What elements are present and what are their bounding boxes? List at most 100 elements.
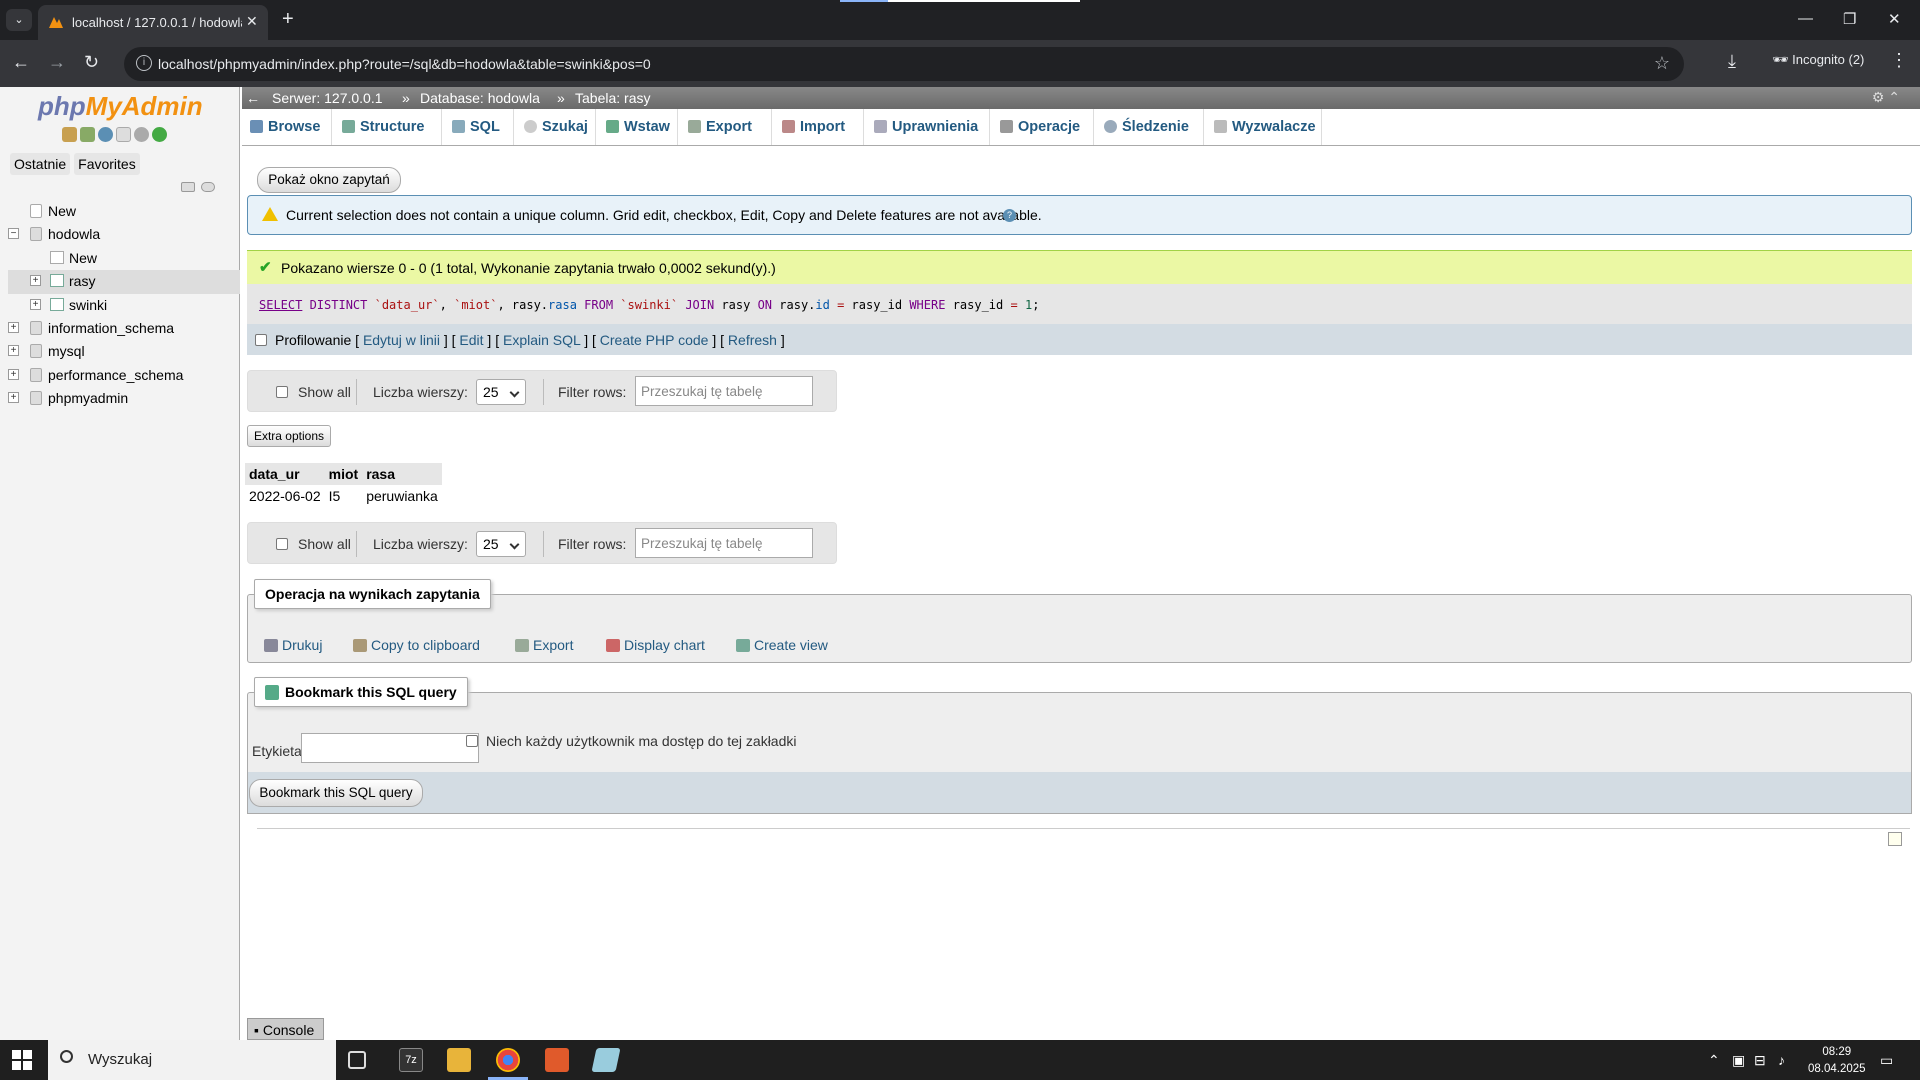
- tab-structure[interactable]: Structure: [334, 109, 442, 145]
- sql-query-display[interactable]: SELECT DISTINCT `data_ur`, `miot`, rasy.…: [247, 284, 1912, 324]
- bookmark-label-input[interactable]: [301, 733, 479, 763]
- new-tab-button[interactable]: +: [282, 8, 294, 30]
- minimize-icon[interactable]: —: [1798, 10, 1813, 27]
- close-window-icon[interactable]: ✕: [1888, 10, 1901, 28]
- incognito-indicator[interactable]: 🕶 Incognito (2): [1762, 46, 1874, 74]
- column-header-rasa[interactable]: rasa: [362, 463, 442, 485]
- extra-options-button[interactable]: Extra options: [247, 425, 331, 447]
- tray-overflow-icon[interactable]: ⌃: [1708, 1052, 1720, 1069]
- breadcrumb-server[interactable]: Serwer: 127.0.0.1: [272, 90, 383, 106]
- tray-app-icon[interactable]: ▣: [1732, 1052, 1745, 1069]
- table-cell[interactable]: peruwianka: [362, 485, 442, 507]
- home-icon[interactable]: [62, 127, 77, 142]
- shared-bookmark-label[interactable]: Niech każdy użytkownik ma dostęp do tej …: [486, 733, 796, 749]
- docs-icon[interactable]: [116, 127, 131, 142]
- column-header-data-ur[interactable]: data_ur: [245, 463, 325, 485]
- link-with-main-icon[interactable]: [201, 182, 215, 192]
- tree-item-information-schema[interactable]: + information_schema: [8, 317, 240, 340]
- tree-item-new-table[interactable]: New: [8, 247, 240, 270]
- breadcrumb-table[interactable]: Tabela: rasy: [575, 90, 650, 106]
- restore-icon[interactable]: ❐: [1843, 10, 1856, 28]
- logout-icon[interactable]: [80, 127, 95, 142]
- sql-keyword[interactable]: SELECT: [259, 298, 302, 312]
- tree-label-performance-schema[interactable]: performance_schema: [48, 367, 183, 383]
- table-cell[interactable]: 2022-06-02: [245, 485, 325, 507]
- page-settings-icon[interactable]: ⚙ ⌃: [1872, 89, 1900, 106]
- sql-code[interactable]: SELECT DISTINCT `data_ur`, `miot`, rasy.…: [259, 298, 1039, 312]
- file-explorer-icon[interactable]: [447, 1048, 471, 1072]
- taskbar-search[interactable]: Wyszukaj: [48, 1040, 336, 1080]
- bookmark-star-icon[interactable]: ☆: [1654, 53, 1670, 74]
- tab-search[interactable]: Szukaj: [516, 109, 596, 145]
- open-new-window-icon[interactable]: [1888, 832, 1902, 846]
- reload-nav-icon[interactable]: [152, 127, 167, 142]
- tab-triggers[interactable]: Wyzwalacze: [1206, 109, 1322, 145]
- help-icon[interactable]: [98, 127, 113, 142]
- show-all-label[interactable]: Show all: [298, 536, 351, 552]
- network-icon[interactable]: ⊟: [1754, 1052, 1766, 1069]
- show-query-box-button[interactable]: Pokaż okno zapytań: [257, 167, 401, 193]
- tab-import[interactable]: Import: [774, 109, 864, 145]
- tree-label-phpmyadmin[interactable]: phpmyadmin: [48, 390, 128, 406]
- refresh-link[interactable]: Refresh: [728, 332, 777, 348]
- tree-label-swinki[interactable]: swinki: [69, 297, 107, 313]
- volume-icon[interactable]: ♪: [1778, 1052, 1785, 1068]
- explain-sql-link[interactable]: Explain SQL: [503, 332, 580, 348]
- expand-toggle-icon[interactable]: +: [30, 298, 41, 310]
- edit-link[interactable]: Edit: [459, 332, 483, 348]
- filter-rows-input[interactable]: Przeszukaj tę tabelę: [635, 528, 813, 558]
- bookmark-submit-button[interactable]: Bookmark this SQL query: [249, 779, 423, 807]
- tree-label-new[interactable]: New: [48, 203, 76, 219]
- tree-label-information-schema[interactable]: information_schema: [48, 320, 174, 336]
- tree-item-performance-schema[interactable]: + performance_schema: [8, 364, 240, 387]
- tree-item-new[interactable]: New: [8, 200, 240, 223]
- tab-browse[interactable]: Browse: [242, 109, 332, 145]
- tab-favorites[interactable]: Favorites: [74, 153, 140, 175]
- export-button[interactable]: Export: [513, 633, 573, 657]
- tree-item-rasy[interactable]: + rasy: [8, 270, 240, 294]
- taskbar-search-text[interactable]: Wyszukaj: [88, 1051, 152, 1068]
- create-php-code-link[interactable]: Create PHP code: [600, 332, 709, 348]
- expand-toggle-icon[interactable]: +: [30, 275, 41, 287]
- rows-count-select[interactable]: 25: [476, 379, 526, 405]
- tab-privileges[interactable]: Uprawnienia: [866, 109, 990, 145]
- windows-start-icon[interactable]: [12, 1050, 32, 1070]
- table-cell[interactable]: I5: [325, 485, 363, 507]
- tree-item-phpmyadmin[interactable]: + phpmyadmin: [8, 387, 240, 410]
- url-text[interactable]: localhost/phpmyadmin/index.php?route=/sq…: [158, 56, 651, 72]
- chrome-icon[interactable]: [496, 1048, 520, 1072]
- system-clock[interactable]: 08:29 08.04.2025: [1808, 1044, 1866, 1078]
- download-icon[interactable]: ⤓: [1728, 51, 1736, 72]
- expand-toggle-icon[interactable]: +: [8, 321, 19, 333]
- breadcrumb-database[interactable]: Database: hodowla: [420, 90, 540, 106]
- tab-export[interactable]: Export: [680, 109, 772, 145]
- notepad-icon[interactable]: [591, 1048, 621, 1072]
- task-view-icon[interactable]: [348, 1051, 366, 1069]
- tree-label-rasy[interactable]: rasy: [69, 273, 95, 289]
- settings-gear-icon[interactable]: [134, 127, 149, 142]
- show-all-label[interactable]: Show all: [298, 384, 351, 400]
- tree-item-mysql[interactable]: + mysql: [8, 340, 240, 363]
- tree-label-mysql[interactable]: mysql: [48, 343, 85, 359]
- inline-edit-link[interactable]: Edytuj w linii: [363, 332, 440, 348]
- rows-count-select[interactable]: 25: [476, 531, 526, 557]
- show-all-checkbox[interactable]: [276, 538, 288, 550]
- 7zip-icon[interactable]: 7z: [399, 1048, 423, 1072]
- tab-tracking[interactable]: Śledzenie: [1096, 109, 1204, 145]
- collapse-nav-icon[interactable]: ←: [246, 90, 260, 106]
- browser-tab-active[interactable]: localhost / 127.0.0.1 / hodowla ✕: [38, 5, 268, 40]
- phpmyadmin-logo[interactable]: phpMyAdmin: [38, 91, 203, 122]
- expand-toggle-icon[interactable]: +: [8, 345, 19, 357]
- shared-bookmark-checkbox[interactable]: [466, 735, 478, 747]
- xampp-icon[interactable]: [545, 1048, 569, 1072]
- tab-operations[interactable]: Operacje: [992, 109, 1094, 145]
- notifications-icon[interactable]: ▭: [1880, 1052, 1893, 1069]
- print-button[interactable]: Drukuj: [262, 633, 322, 657]
- tab-close-icon[interactable]: ✕: [246, 13, 258, 30]
- expand-toggle-icon[interactable]: +: [8, 392, 19, 404]
- address-bar[interactable]: i localhost/phpmyadmin/index.php?route=/…: [124, 47, 1684, 81]
- back-icon[interactable]: ←: [12, 52, 30, 73]
- browser-menu-icon[interactable]: ⋮: [1890, 50, 1908, 71]
- column-header-miot[interactable]: miot: [324, 463, 363, 485]
- profiling-checkbox[interactable]: [255, 334, 267, 346]
